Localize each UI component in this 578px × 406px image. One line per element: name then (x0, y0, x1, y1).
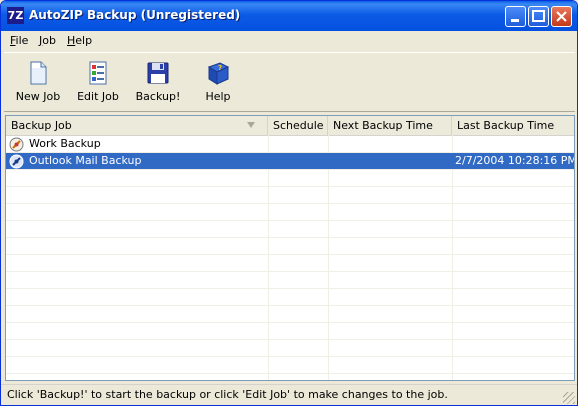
minimize-icon (511, 19, 519, 22)
job-name: Work Backup (29, 137, 101, 150)
app-logo-icon: 7Z (7, 7, 24, 24)
menu-file[interactable]: File (10, 34, 28, 47)
menu-help[interactable]: Help (67, 34, 92, 47)
empty-row (6, 340, 574, 357)
empty-row (6, 306, 574, 323)
empty-row (6, 238, 574, 255)
job-schedule (268, 153, 328, 170)
resize-grip-icon[interactable] (563, 392, 575, 404)
table-row[interactable]: Work Backup (6, 136, 574, 153)
floppy-disk-icon (147, 62, 169, 84)
close-icon (556, 11, 567, 22)
backup-button[interactable]: Backup! (130, 57, 186, 109)
edit-job-label: Edit Job (77, 90, 119, 103)
empty-row (6, 272, 574, 289)
help-book-icon: ? (207, 62, 230, 85)
help-label: Help (205, 90, 231, 103)
menu-job[interactable]: Job (39, 34, 56, 47)
backup-jobs-list[interactable]: Backup Job Schedule Next Backup Time Las… (5, 115, 575, 381)
sort-arrow-icon (247, 122, 255, 128)
toolbar: New Job Edit Job Backup! ? Help (4, 52, 575, 112)
window-title: AutoZIP Backup (Unregistered) (29, 8, 241, 22)
job-name: Outlook Mail Backup (29, 154, 142, 167)
maximize-icon (532, 10, 545, 22)
help-button[interactable]: ? Help (190, 57, 246, 109)
backup-label: Backup! (135, 90, 181, 103)
menu-bar: File Job Help (1, 31, 577, 50)
column-header-last-backup[interactable]: Last Backup Time (452, 116, 574, 135)
job-schedule (268, 136, 328, 153)
column-header-label: Backup Job (11, 119, 72, 132)
empty-row (6, 221, 574, 238)
new-job-label: New Job (15, 90, 61, 103)
new-job-button[interactable]: New Job (10, 57, 66, 109)
backup-job-icon (9, 154, 24, 169)
empty-row (6, 170, 574, 187)
empty-row (6, 204, 574, 221)
job-next-backup (328, 136, 452, 153)
list-header: Backup Job Schedule Next Backup Time Las… (6, 116, 574, 136)
table-row[interactable]: Outlook Mail Backup 2/7/2004 10:28:16 PM (6, 153, 574, 170)
edit-job-button[interactable]: Edit Job (70, 57, 126, 109)
empty-row (6, 357, 574, 374)
app-window: 7Z AutoZIP Backup (Unregistered) File Jo… (0, 0, 578, 406)
new-document-icon (30, 61, 47, 85)
job-last-backup (452, 136, 574, 153)
minimize-button[interactable] (505, 6, 526, 27)
status-text: Click 'Backup!' to start the backup or c… (7, 388, 448, 401)
maximize-button[interactable] (528, 6, 549, 27)
backup-job-icon (9, 137, 24, 152)
column-header-backup-job[interactable]: Backup Job (6, 116, 268, 135)
job-last-backup: 2/7/2004 10:28:16 PM (455, 154, 574, 167)
column-header-schedule[interactable]: Schedule (268, 116, 328, 135)
empty-row (6, 255, 574, 272)
close-button[interactable] (551, 6, 572, 27)
title-bar[interactable]: 7Z AutoZIP Backup (Unregistered) (1, 1, 577, 31)
edit-list-icon (89, 61, 107, 85)
job-next-backup (328, 153, 452, 170)
column-header-next-backup[interactable]: Next Backup Time (328, 116, 452, 135)
empty-row (6, 187, 574, 204)
status-bar: Click 'Backup!' to start the backup or c… (1, 384, 577, 405)
empty-row (6, 323, 574, 340)
empty-row (6, 289, 574, 306)
svg-text:?: ? (218, 64, 222, 72)
